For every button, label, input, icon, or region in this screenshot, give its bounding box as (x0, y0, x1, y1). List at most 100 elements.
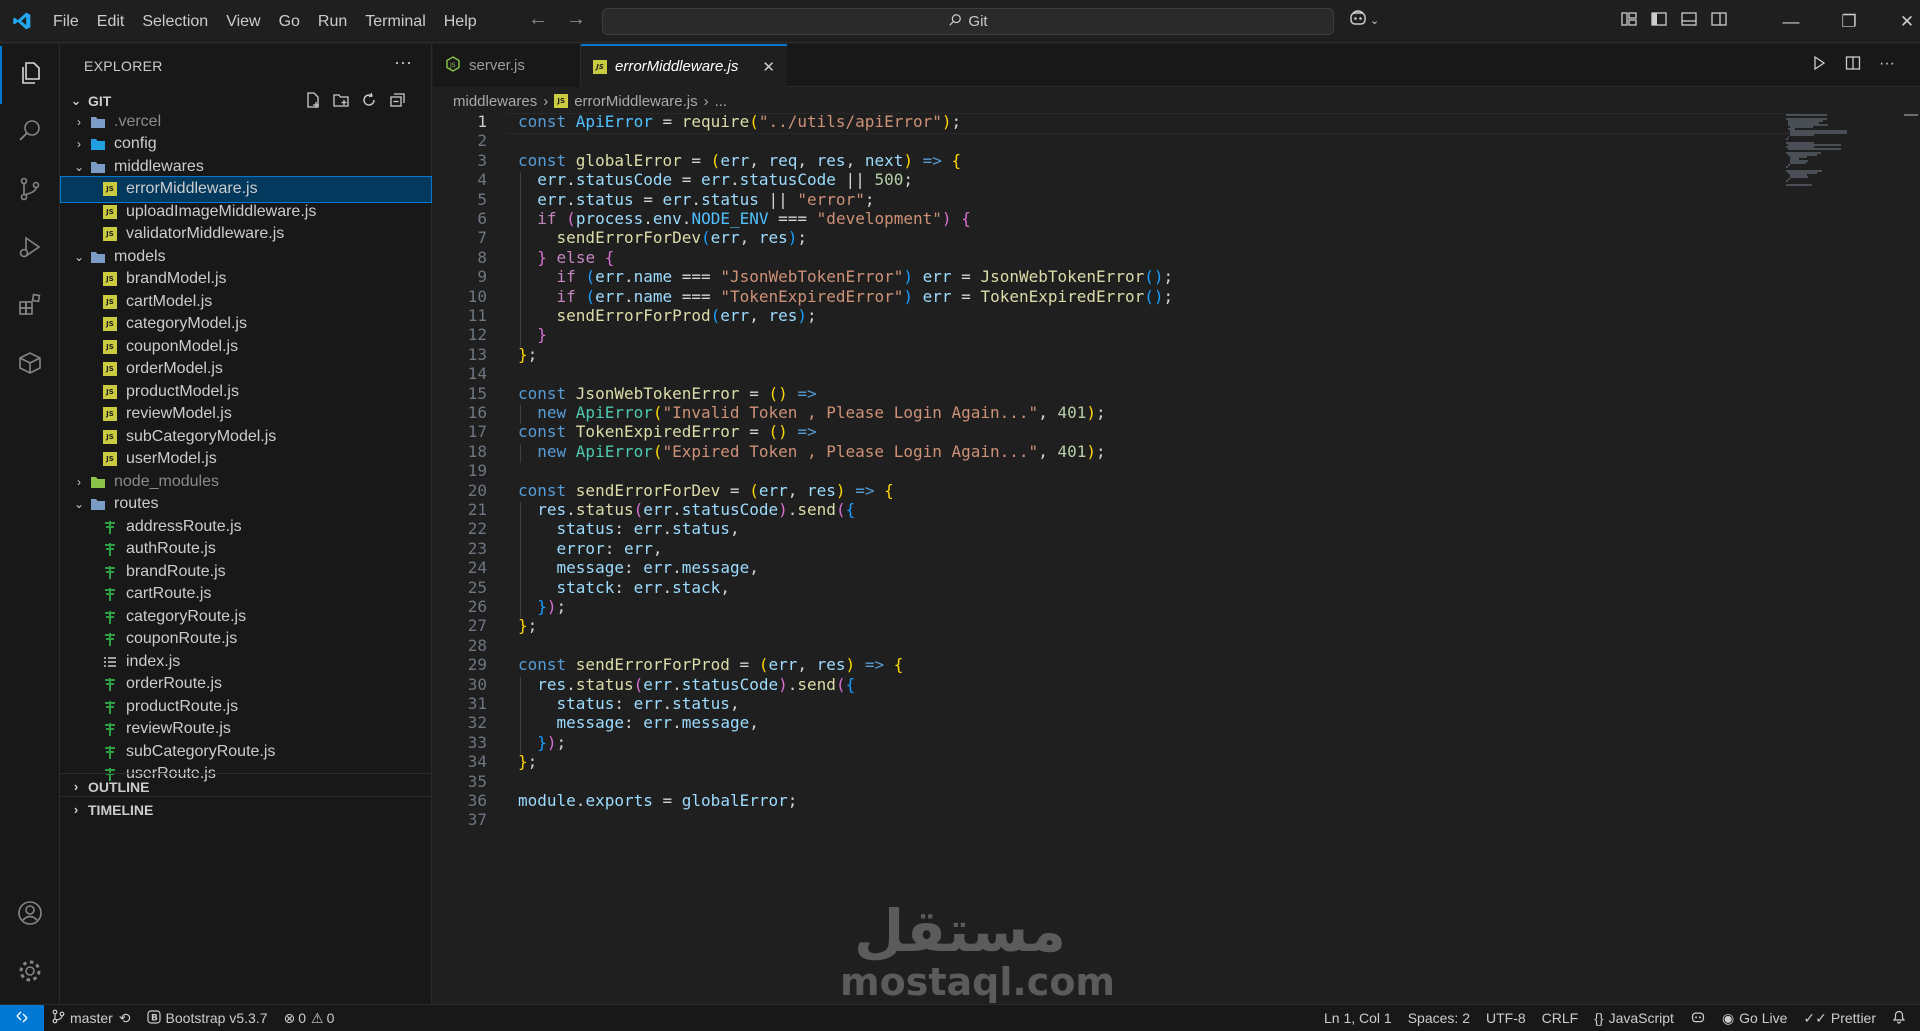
code-line[interactable]: error: err, (518, 539, 663, 558)
end-of-line[interactable]: CRLF (1534, 1005, 1587, 1031)
toggle-secondary-sidebar-icon[interactable] (1710, 10, 1728, 33)
copilot-button[interactable]: ⌄ (1348, 9, 1379, 32)
code-line[interactable]: message: err.message, (518, 713, 759, 732)
code-line[interactable]: }); (518, 597, 566, 616)
code-line[interactable]: err.status = err.status || "error"; (518, 190, 874, 209)
code-line[interactable]: status: err.status, (518, 694, 740, 713)
extensions-activity-button[interactable] (0, 278, 60, 336)
code-line[interactable]: const JsonWebTokenError = () => (518, 384, 817, 403)
explorer-activity-button[interactable] (0, 46, 60, 104)
code-line[interactable]: }; (518, 752, 537, 771)
indentation[interactable]: Spaces: 2 (1400, 1005, 1478, 1031)
language-mode[interactable]: {} JavaScript (1586, 1005, 1682, 1031)
menu-terminal[interactable]: Terminal (356, 0, 434, 43)
breadcrumb-more[interactable]: ... (715, 93, 728, 110)
code-line[interactable]: const ApiError = require("../utils/apiEr… (518, 112, 961, 131)
manage-activity-button[interactable] (0, 944, 60, 1002)
js-file-icon: JS (102, 226, 118, 242)
code-line[interactable]: res.status(err.statusCode).send({ (518, 675, 855, 694)
cursor-position[interactable]: Ln 1, Col 1 (1316, 1005, 1400, 1031)
code-line[interactable]: if (err.name === "TokenExpiredError") er… (518, 287, 1174, 306)
menu-view[interactable]: View (217, 0, 269, 43)
more-actions-icon[interactable]: ··· (394, 52, 412, 73)
source-control-activity-button[interactable] (0, 162, 60, 220)
breadcrumb-file[interactable]: errorMiddleware.js (574, 93, 697, 110)
restore-button[interactable]: ❐ (1820, 0, 1878, 43)
code-line[interactable]: } (518, 325, 547, 344)
code-line[interactable]: module.exports = globalError; (518, 791, 797, 810)
code-line[interactable]: const sendErrorForProd = (err, res) => { (518, 655, 903, 674)
back-arrow-icon[interactable]: ← (528, 8, 548, 31)
minimap[interactable] (1786, 114, 1866, 194)
notifications-button[interactable] (1884, 1005, 1914, 1031)
scrollbar-indicator[interactable] (1904, 114, 1918, 116)
copilot-status[interactable] (1682, 1005, 1714, 1031)
prettier-status[interactable]: ✓✓ Prettier (1795, 1005, 1884, 1031)
tab-error-middleware-js[interactable]: JS errorMiddleware.js ✕ (581, 44, 787, 87)
code-line[interactable]: const globalError = (err, req, res, next… (518, 151, 961, 170)
minimize-button[interactable]: — (1762, 0, 1820, 43)
code-token: err (710, 228, 740, 248)
menu-go[interactable]: Go (270, 0, 309, 43)
chevron-right-icon: › (703, 92, 709, 110)
code-line[interactable]: err.statusCode = err.statusCode || 500; (518, 170, 913, 189)
branch-status[interactable]: master ⟲ (44, 1005, 139, 1031)
tab-server-js[interactable]: JS server.js (433, 44, 581, 87)
code-token: ; (1096, 441, 1106, 461)
menu-file[interactable]: File (44, 0, 88, 43)
code-line[interactable]: statck: err.stack, (518, 578, 730, 597)
code-line[interactable]: status: err.status, (518, 519, 740, 538)
toggle-primary-sidebar-icon[interactable] (1650, 10, 1668, 33)
code-line[interactable]: const TokenExpiredError = () => (518, 422, 817, 441)
close-tab-icon[interactable]: ✕ (762, 58, 775, 76)
bootstrap-status[interactable]: B Bootstrap v5.3.7 (139, 1005, 276, 1031)
code-line[interactable]: }; (518, 345, 537, 364)
go-live-button[interactable]: ◉ Go Live (1714, 1005, 1795, 1031)
code-line[interactable]: res.status(err.statusCode).send({ (518, 500, 855, 519)
customize-layout-icon[interactable] (1620, 10, 1638, 33)
remote-explorer-activity-button[interactable] (0, 336, 60, 394)
timeline-section-header[interactable]: › TIMELINE (60, 796, 432, 822)
code-line[interactable]: sendErrorForDev(err, res); (518, 228, 808, 248)
code-line[interactable]: sendErrorForProd(err, res); (518, 306, 817, 325)
code-editor[interactable]: 1 const ApiError = require("../utils/apiE… (433, 112, 1807, 1004)
problems-status[interactable]: ⊗ 0 ⚠ 0 (275, 1005, 342, 1031)
close-window-button[interactable]: ✕ (1878, 0, 1920, 43)
code-token: globalError (681, 791, 788, 810)
split-editor-icon[interactable] (1845, 55, 1861, 76)
menu-run[interactable]: Run (309, 0, 356, 43)
code-token: else (556, 247, 596, 267)
menu-selection[interactable]: Selection (133, 0, 217, 43)
code-line[interactable]: message: err.message, (518, 558, 759, 577)
code-line[interactable]: const sendErrorForDev = (err, res) => { (518, 481, 894, 500)
run-file-icon[interactable] (1811, 55, 1827, 76)
more-actions-icon[interactable]: ··· (1879, 55, 1895, 76)
encoding[interactable]: UTF-8 (1478, 1005, 1534, 1031)
code-line[interactable]: }; (518, 616, 537, 635)
code-line[interactable]: }); (518, 733, 566, 752)
run-debug-activity-button[interactable] (0, 220, 60, 278)
warning-count: 0 (326, 1010, 335, 1026)
command-center-search[interactable]: Git (602, 8, 1334, 35)
code-line[interactable]: new ApiError("Expired Token , Please Log… (518, 441, 1106, 461)
code-line[interactable]: if (err.name === "JsonWebTokenError") er… (518, 267, 1174, 286)
menu-help[interactable]: Help (435, 0, 486, 43)
forward-arrow-icon[interactable]: → (566, 8, 586, 31)
code-token: "Expired Token , Please Login Again..." (662, 441, 1039, 461)
code-line[interactable]: new ApiError("Invalid Token , Please Log… (518, 403, 1105, 422)
code-token: = (652, 791, 682, 810)
accounts-activity-button[interactable] (0, 886, 60, 944)
code-token: => (797, 383, 817, 403)
remote-indicator-button[interactable] (0, 1005, 44, 1031)
code-line[interactable]: } else { (518, 248, 614, 267)
code-token: } (537, 597, 547, 616)
vscode-logo-icon[interactable] (0, 0, 44, 43)
breadcrumb-folder[interactable]: middlewares (453, 93, 537, 110)
code-line[interactable]: if (process.env.NODE_ENV === "developmen… (518, 209, 971, 228)
search-activity-button[interactable] (0, 104, 60, 162)
menu-edit[interactable]: Edit (88, 0, 134, 43)
toggle-panel-icon[interactable] (1680, 10, 1698, 33)
